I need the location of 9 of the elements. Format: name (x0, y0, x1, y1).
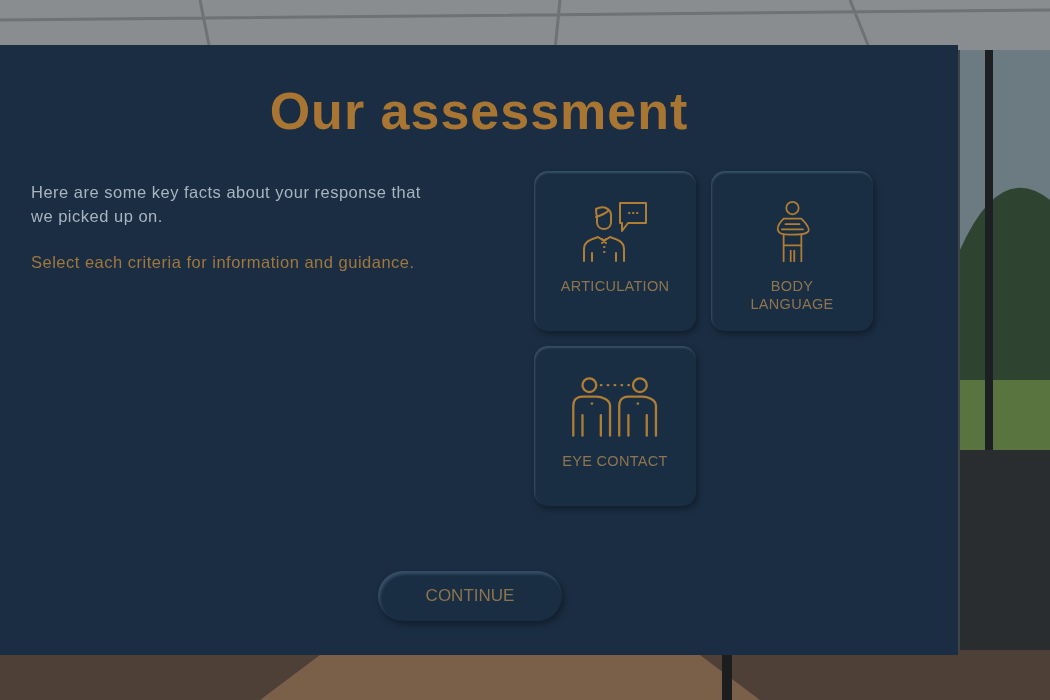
continue-button[interactable]: CONTINUE (378, 571, 562, 621)
dialog-title: Our assessment (268, 83, 690, 139)
instruction-text: Select each criteria for information and guidance. (31, 252, 416, 273)
two-people-icon (571, 376, 659, 438)
criterion-card[interactable]: EYE CONTACT (534, 346, 696, 506)
criterion-card[interactable]: ARTICULATION (534, 171, 696, 331)
intro-text: Here are some key facts about your response that we picked up on. (31, 182, 422, 227)
speaking-person-icon (582, 201, 648, 263)
criterion-card[interactable]: BODY LANGUAGE (711, 171, 873, 331)
